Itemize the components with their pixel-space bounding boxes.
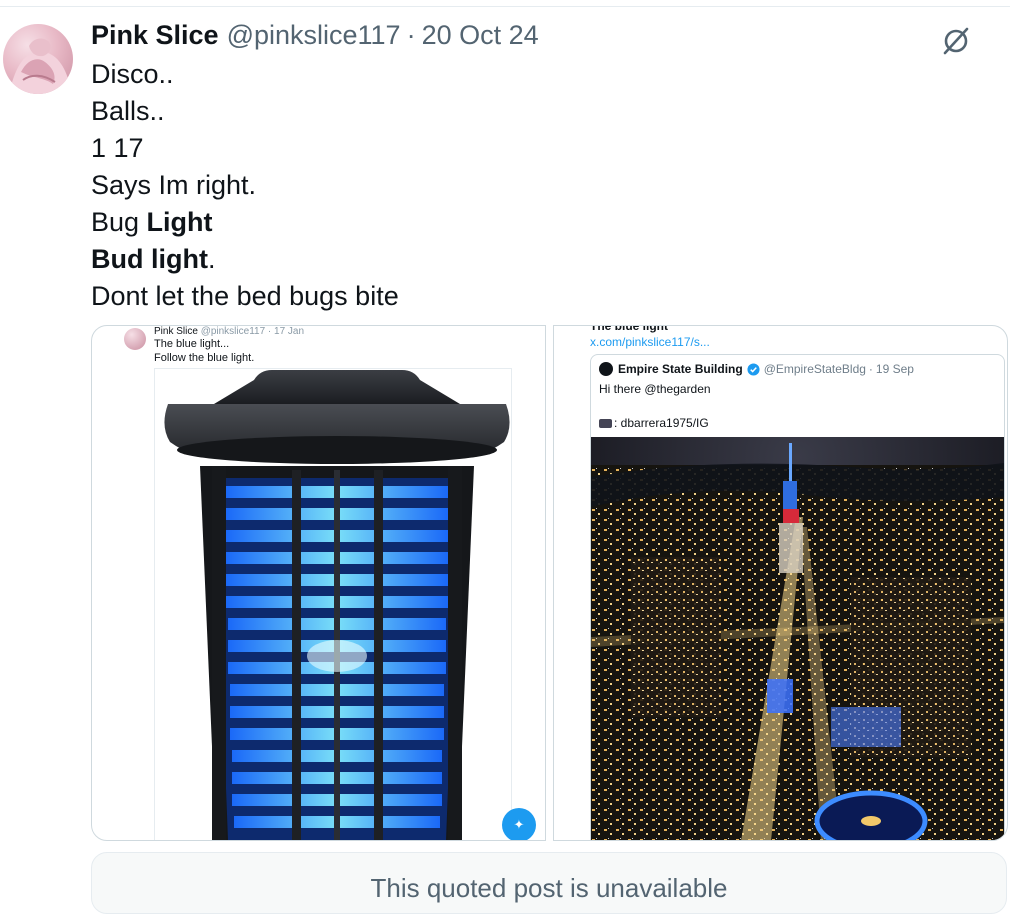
quoted-unavailable-text: This quoted post is unavailable — [370, 873, 728, 903]
quoted-card: Empire State Building @EmpireStateBldg ·… — [590, 354, 1005, 840]
quoted-header: Empire State Building @EmpireStateBldg ·… — [599, 362, 914, 376]
quoted-header: Pink Slice @pinkslice117 · 17 Jan — [154, 326, 304, 337]
post-line-text: Bug — [91, 207, 147, 237]
post-line: Dont let the bed bugs bite — [91, 281, 399, 311]
camera-icon — [599, 418, 612, 428]
post-line: Says Im right. — [91, 170, 257, 200]
author-handle[interactable]: @pinkslice117 — [227, 20, 401, 51]
quoted-date: 19 Sep — [875, 362, 914, 376]
media-image-right[interactable]: The blue light x.com/pinkslice117/s... E… — [553, 325, 1008, 841]
post-line-bold: Light — [146, 207, 213, 237]
post-line: Bug Light — [91, 204, 399, 241]
post-text: Disco.. Balls.. 1 17 Says Im right. Bug … — [91, 56, 399, 315]
grok-icon[interactable] — [940, 24, 972, 56]
quoted-link: x.com/pinkslice117/s... — [590, 335, 710, 349]
quoted-author-name: Pink Slice — [154, 326, 198, 337]
avatar[interactable] — [3, 24, 73, 94]
top-divider — [0, 6, 1010, 7]
quoted-avatar — [124, 328, 146, 350]
header-separator: · — [868, 362, 873, 376]
quoted-credit: : dbarrera1975/IG — [599, 416, 709, 430]
post-date[interactable]: 20 Oct 24 — [422, 20, 539, 51]
quoted-text-line: The blue light... — [154, 338, 230, 350]
bug-zapper-image — [164, 370, 510, 840]
quoted-post-unavailable: This quoted post is unavailable — [91, 852, 1007, 914]
quoted-author-meta: @pinkslice117 · 17 Jan — [200, 326, 305, 337]
post-line-text: . — [207, 244, 216, 274]
post-header: Pink Slice @pinkslice117 · 20 Oct 24 — [91, 20, 539, 54]
post-line: Bud light. — [91, 241, 399, 278]
post-line-bold: Bud light — [91, 244, 208, 274]
verified-badge-icon — [747, 362, 760, 376]
quoted-author-name: Empire State Building — [618, 362, 743, 376]
grok-icon[interactable]: ✦ — [502, 808, 536, 840]
quoted-author-handle: @EmpireStateBldg — [763, 362, 866, 376]
author-name[interactable]: Pink Slice — [91, 20, 219, 51]
quoted-text-line: Hi there @thegarden — [599, 382, 711, 396]
post-line: Balls.. — [91, 96, 165, 126]
quoted-text-line: The blue light — [590, 325, 668, 333]
night-city-photo — [591, 437, 1004, 840]
quoted-credit-text: : dbarrera1975/IG — [614, 416, 709, 430]
esb-logo — [599, 362, 613, 376]
quoted-text-line: Follow the blue light. — [154, 352, 255, 364]
header-separator: · — [406, 20, 416, 50]
post-line: Disco.. — [91, 59, 174, 89]
media-image-left[interactable]: Pink Slice @pinkslice117 · 17 Jan The bl… — [91, 325, 546, 841]
post-line: 1 17 — [91, 133, 144, 163]
